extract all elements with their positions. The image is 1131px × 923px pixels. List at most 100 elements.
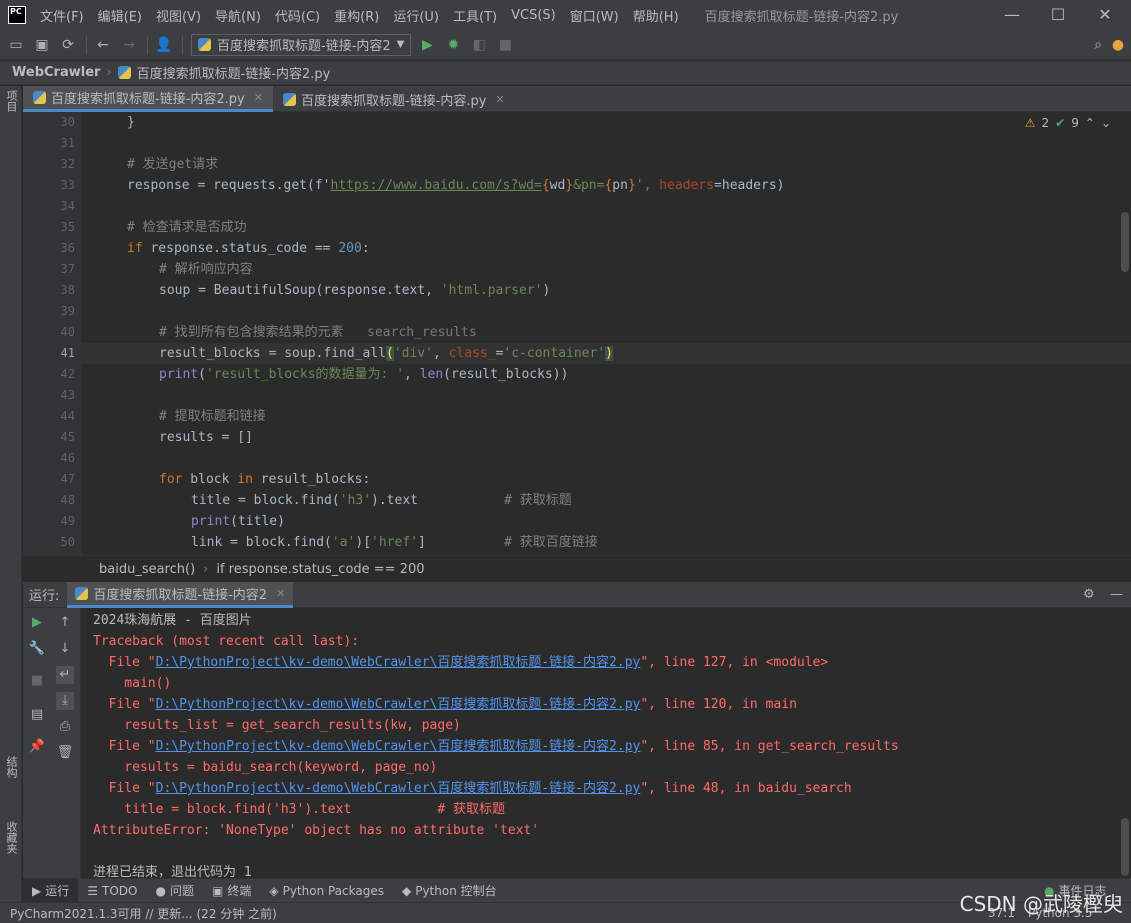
arrow-down-icon[interactable]: ↓ xyxy=(56,640,74,658)
python-file-icon xyxy=(33,91,46,104)
menu-view[interactable]: 视图(V) xyxy=(156,6,201,25)
structure-tool-button[interactable]: 结构 xyxy=(3,756,19,778)
run-tab[interactable]: 百度搜索抓取标题-链接-内容2 ✕ xyxy=(67,581,294,608)
breadcrumb-file[interactable]: 百度搜索抓取标题-链接-内容2.py xyxy=(137,63,331,82)
code-line-36: if response.status_code == 200: xyxy=(127,241,370,256)
maximize-icon[interactable]: ☐ xyxy=(1035,0,1081,30)
arrow-up-icon[interactable]: ↑ xyxy=(56,614,74,632)
code-breadcrumbs: baidu_search() › if response.status_code… xyxy=(23,555,1131,582)
print-icon[interactable]: ⎙ xyxy=(56,718,74,736)
close-tab-icon[interactable]: ✕ xyxy=(495,93,504,106)
gear-icon[interactable]: ⚙ xyxy=(1083,587,1095,602)
stop-icon[interactable]: ■ xyxy=(28,672,46,690)
file-link[interactable]: D:\PythonProject\kv-demo\WebCrawler\百度搜索… xyxy=(156,697,641,712)
line-number: 45 xyxy=(60,430,75,444)
file-link[interactable]: D:\PythonProject\kv-demo\WebCrawler\百度搜索… xyxy=(156,655,641,670)
inspection-widget[interactable]: ⚠ 2 ✔ 9 ⌃ ⌄ xyxy=(1025,116,1111,130)
menu-tools[interactable]: 工具(T) xyxy=(453,6,497,25)
chevron-down-icon: ▼ xyxy=(396,39,405,50)
scroll-to-end-icon[interactable]: ⤓ xyxy=(56,692,74,710)
hide-panel-icon[interactable]: — xyxy=(1110,587,1123,602)
console-line: File "D:\PythonProject\kv-demo\WebCrawle… xyxy=(93,697,797,712)
breadcrumb-function[interactable]: baidu_search() xyxy=(99,562,195,577)
menu-window[interactable]: 窗口(W) xyxy=(570,6,619,25)
main-toolbar: ▭ ▣ ⟳ ← → 👤 百度搜索抓取标题-链接-内容2 ▼ ▶ ✹ ◧ ■ ⌕ … xyxy=(0,30,1131,60)
close-icon[interactable]: ✕ xyxy=(1082,0,1128,30)
menu-edit[interactable]: 编辑(E) xyxy=(98,6,142,25)
favorites-tool-button[interactable]: 收藏夹 xyxy=(3,821,19,854)
soft-wrap-icon[interactable]: ↵ xyxy=(56,666,74,684)
tool-tab-python-packages[interactable]: ◈ Python Packages xyxy=(260,879,393,903)
tab-file-2[interactable]: 百度搜索抓取标题-链接-内容2.py ✕ xyxy=(23,86,273,112)
chevron-down-icon[interactable]: ⌄ xyxy=(1101,116,1111,130)
back-arrow-icon[interactable]: ← xyxy=(93,35,113,55)
breadcrumb-project[interactable]: WebCrawler xyxy=(12,65,100,80)
coverage-icon[interactable]: ◧ xyxy=(469,35,489,55)
status-message[interactable]: PyCharm2021.1.3可用 // 更新... (22 分钟 之前) xyxy=(10,905,277,922)
code-line-41: result_blocks = soup.find_all('div', cla… xyxy=(159,346,613,361)
tool-tab-terminal[interactable]: ▣ 终端 xyxy=(203,879,260,903)
line-number: 33 xyxy=(60,178,75,192)
line-number: 38 xyxy=(60,283,75,297)
search-icon[interactable]: ⌕ xyxy=(1088,35,1108,55)
file-link[interactable]: D:\PythonProject\kv-demo\WebCrawler\百度搜索… xyxy=(156,739,641,754)
run-tab-label: 百度搜索抓取标题-链接-内容2 xyxy=(93,587,268,603)
line-number: 39 xyxy=(60,304,75,318)
project-tool-button[interactable]: 项目 xyxy=(3,90,19,112)
breadcrumb-block[interactable]: if response.status_code == 200 xyxy=(216,562,424,577)
trash-icon[interactable]: 🗑 xyxy=(56,744,74,762)
pin-icon[interactable]: 📌 xyxy=(28,738,46,756)
console-scrollbar[interactable] xyxy=(1121,818,1129,876)
code-line-30: } xyxy=(127,115,135,130)
save-icon[interactable]: ▣ xyxy=(32,35,52,55)
code-line-49: print(title) xyxy=(191,514,285,529)
csdn-watermark: CSDN @武陵樫臾 xyxy=(959,892,1123,916)
line-number: 46 xyxy=(60,451,75,465)
code-editor[interactable]: 30 31 32 33 34 35 36 37 38 39 40 41 42 4… xyxy=(23,112,1131,555)
menu-navigate[interactable]: 导航(N) xyxy=(215,6,261,25)
wrench-icon[interactable]: 🔧 xyxy=(28,640,46,658)
python-file-icon xyxy=(282,92,296,106)
menu-code[interactable]: 代码(C) xyxy=(275,6,320,25)
file-link[interactable]: D:\PythonProject\kv-demo\WebCrawler\百度搜索… xyxy=(156,781,641,796)
line-number: 32 xyxy=(60,157,75,171)
menu-refactor[interactable]: 重构(R) xyxy=(334,6,379,25)
python-file-icon xyxy=(75,586,89,600)
layout-icon[interactable]: ▤ xyxy=(28,706,46,724)
tool-tab-todo[interactable]: ☰ TODO xyxy=(78,879,146,903)
close-tab-icon[interactable]: ✕ xyxy=(276,587,285,600)
menu-help[interactable]: 帮助(H) xyxy=(633,6,679,25)
console-output[interactable]: 2024珠海航展 - 百度图片 Traceback (most recent c… xyxy=(81,608,1131,878)
line-number: 42 xyxy=(60,367,75,381)
code-line-37: # 解析响应内容 xyxy=(159,262,253,277)
tab-file-1[interactable]: 百度搜索抓取标题-链接-内容.py ✕ xyxy=(273,86,515,112)
user-icon[interactable]: 👤 xyxy=(154,35,174,55)
close-tab-icon[interactable]: ✕ xyxy=(254,91,263,104)
menu-vcs[interactable]: VCS(S) xyxy=(511,8,556,23)
console-line: results_list = get_search_results(kw, pa… xyxy=(93,718,461,733)
minimize-icon[interactable]: — xyxy=(989,0,1035,30)
menu-run[interactable]: 运行(U) xyxy=(393,6,439,25)
forward-arrow-icon[interactable]: → xyxy=(119,35,139,55)
stop-icon[interactable]: ■ xyxy=(495,35,515,55)
editor-scrollbar[interactable] xyxy=(1121,212,1129,272)
sync-icon[interactable]: ⟳ xyxy=(58,35,78,55)
terminal-icon: ▣ xyxy=(211,883,224,898)
rerun-icon[interactable]: ▶ xyxy=(28,614,46,632)
debug-icon[interactable]: ✹ xyxy=(443,35,463,55)
tool-tab-python-console[interactable]: ◆ Python 控制台 xyxy=(393,879,506,903)
open-folder-icon[interactable]: ▭ xyxy=(6,35,26,55)
console-line: File "D:\PythonProject\kv-demo\WebCrawle… xyxy=(93,781,852,796)
run-icon[interactable]: ▶ xyxy=(417,35,437,55)
chevron-up-icon[interactable]: ⌃ xyxy=(1085,116,1095,130)
menu-file[interactable]: 文件(F) xyxy=(40,6,84,25)
line-number: 34 xyxy=(60,199,75,213)
tool-tab-problems[interactable]: ● 问题 xyxy=(146,879,203,903)
tool-tab-run[interactable]: ▶ 运行 xyxy=(23,878,79,903)
run-configuration-select[interactable]: 百度搜索抓取标题-链接-内容2 ▼ xyxy=(191,33,412,56)
console-line: 2024珠海航展 - 百度图片 xyxy=(93,613,252,628)
update-icon[interactable]: ● xyxy=(1108,35,1128,55)
info-icon: ● xyxy=(155,883,166,898)
editor-tabs: 百度搜索抓取标题-链接-内容2.py ✕ 百度搜索抓取标题-链接-内容.py ✕ xyxy=(23,86,1131,112)
python-file-icon xyxy=(117,66,131,79)
